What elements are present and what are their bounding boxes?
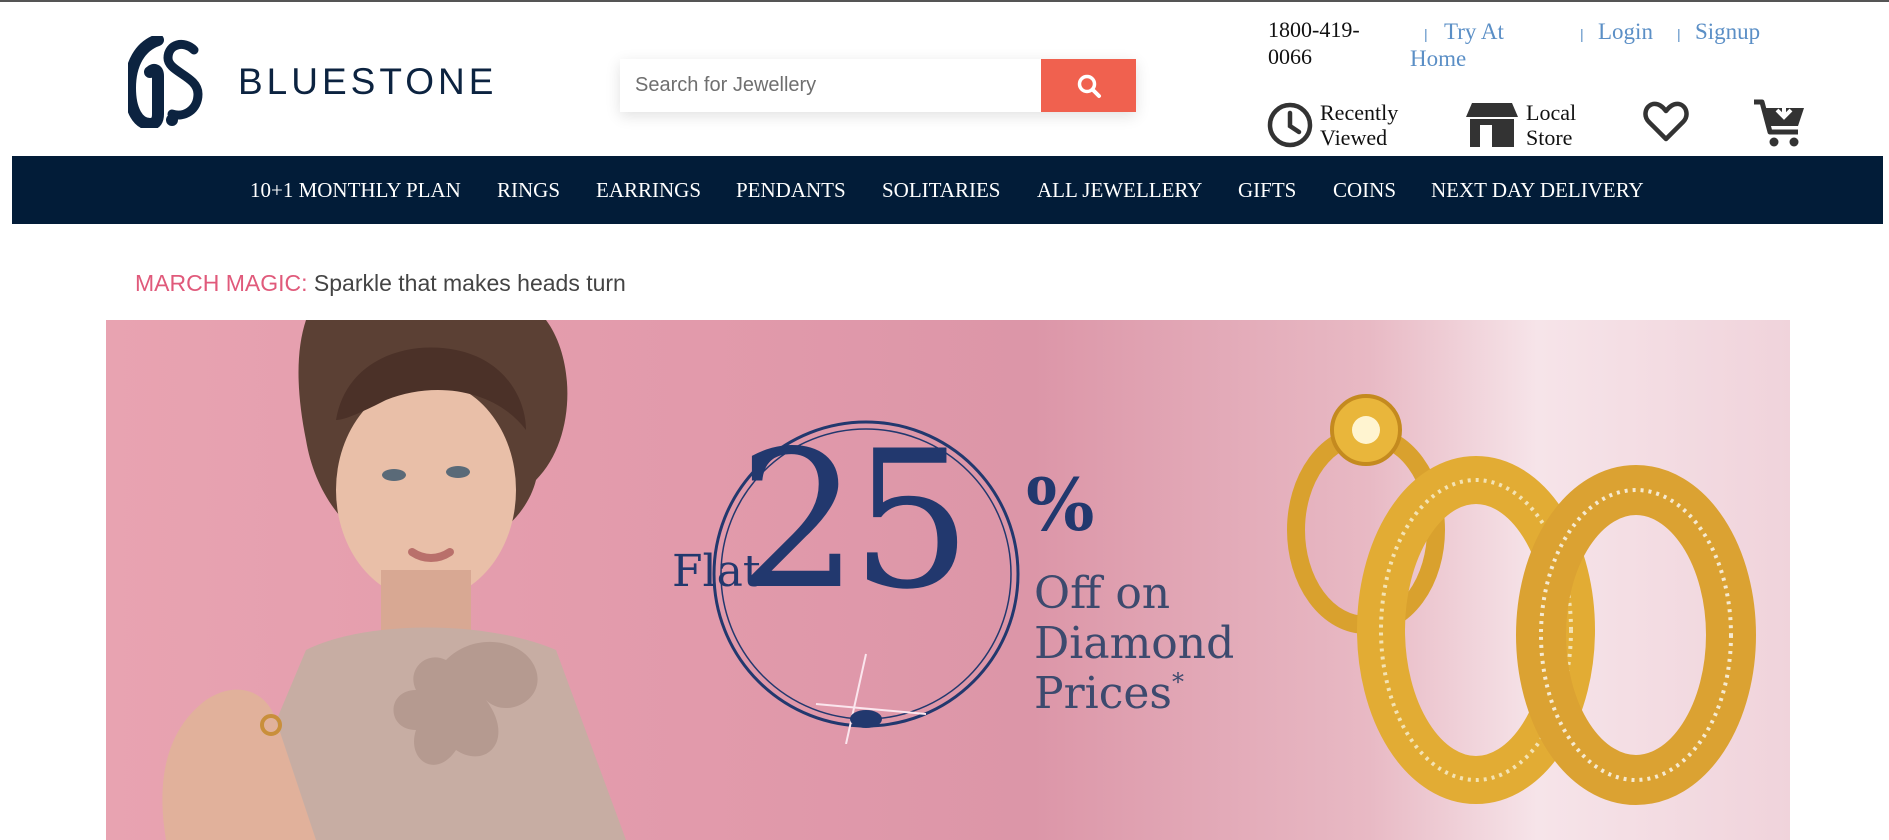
promo-message: Sparkle that makes heads turn (313, 270, 626, 296)
offer-line-2: Diamond (1034, 618, 1235, 669)
nav-item-monthly-plan[interactable]: 10+1 MONTHLY PLAN (250, 178, 461, 203)
local-store-label: Local Store (1526, 100, 1577, 150)
promo-tag: MARCH MAGIC: (135, 270, 308, 296)
main-nav: 10+1 MONTHLY PLAN RINGS EARRINGS PENDANT… (12, 156, 1883, 224)
cart-icon (1754, 98, 1804, 147)
recently-viewed-label: Recently Viewed (1320, 100, 1399, 150)
search-input[interactable] (620, 59, 1041, 112)
brand-logo[interactable]: BLUESTONE (128, 36, 497, 128)
local-store-button[interactable]: Local Store (1464, 100, 1586, 150)
cart-button[interactable] (1752, 96, 1808, 150)
separator: | (1677, 26, 1681, 42)
search-bar (620, 59, 1136, 112)
nav-item-earrings[interactable]: EARRINGS (596, 178, 701, 203)
search-button[interactable] (1041, 59, 1136, 112)
wishlist-button[interactable] (1642, 98, 1690, 146)
separator: | (1580, 26, 1584, 42)
nav-item-rings[interactable]: RINGS (497, 178, 560, 203)
nav-item-all-jewellery[interactable]: ALL JEWELLERY (1037, 178, 1202, 203)
nav-item-next-day-delivery[interactable]: NEXT DAY DELIVERY (1431, 178, 1644, 203)
phone-number[interactable]: 1800-419-0066 (1268, 16, 1383, 70)
bluestone-logo-icon (128, 36, 203, 128)
brand-name: BLUESTONE (238, 61, 498, 102)
signup-link[interactable]: Signup (1695, 18, 1760, 45)
nav-item-pendants[interactable]: PENDANTS (736, 178, 846, 203)
model-image (162, 320, 626, 840)
try-at-home-link[interactable]: Try At Home (1410, 18, 1540, 72)
hero-banner[interactable]: Flat 25 % Off on Diamond Prices* (106, 320, 1790, 840)
nav-item-coins[interactable]: COINS (1333, 178, 1396, 203)
offer-line-3: Prices* (1034, 668, 1184, 719)
search-icon (1077, 74, 1101, 98)
offer-number: 25 (738, 410, 972, 631)
login-link[interactable]: Login (1598, 18, 1653, 45)
heart-icon (1643, 101, 1689, 142)
nav-item-gifts[interactable]: GIFTS (1238, 178, 1296, 203)
store-icon (1466, 103, 1518, 147)
nav-item-solitaries[interactable]: SOLITARIES (882, 178, 1000, 203)
offer-line-3-text: Prices (1034, 668, 1172, 719)
offer-percent: % (1026, 462, 1095, 547)
clock-icon (1267, 102, 1313, 148)
gold-rings-image (1287, 394, 1756, 805)
recently-viewed-button[interactable]: Recently Viewed (1266, 100, 1410, 150)
promo-line[interactable]: MARCH MAGIC: Sparkle that makes heads tu… (135, 270, 626, 297)
offer-line-1: Off on (1034, 568, 1171, 619)
top-border (0, 0, 1889, 2)
offer-asterisk: * (1171, 668, 1184, 696)
